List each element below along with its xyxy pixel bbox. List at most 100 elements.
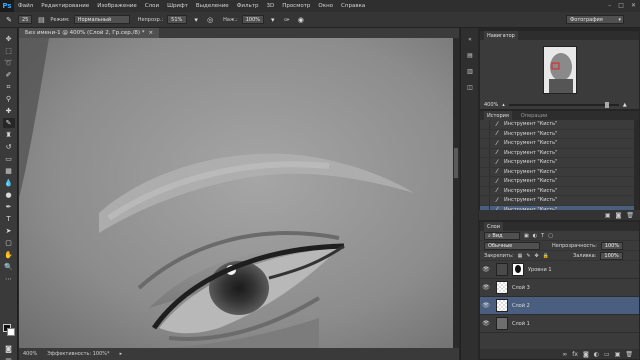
dodge-tool-icon[interactable]: ● [3, 190, 15, 200]
filter-shape-icon[interactable]: ▢ [548, 233, 553, 239]
background-color-swatch[interactable] [7, 328, 15, 336]
layer-name[interactable]: Уровни 1 [528, 267, 552, 273]
group-folder-icon[interactable]: ▭ [604, 351, 610, 358]
pressure-opacity-icon[interactable]: ◎ [205, 15, 215, 25]
navigator-zoom-slider[interactable] [508, 101, 619, 108]
airbrush-icon[interactable]: ✑ [282, 15, 292, 25]
zoom-readout[interactable]: 400% [23, 351, 37, 357]
menu-layers[interactable]: Слои [141, 3, 163, 9]
history-item[interactable]: ⁄ Инструмент "Кисть" [480, 176, 639, 187]
history-tab[interactable]: История [484, 111, 512, 120]
lock-paint-icon[interactable]: ✎ [526, 253, 530, 259]
history-item[interactable]: ⁄ Инструмент "Кисть" [480, 129, 639, 139]
minimize-icon[interactable]: – [608, 2, 611, 9]
menu-help[interactable]: Справка [337, 3, 369, 9]
layer-opacity-input[interactable]: 100% [600, 241, 624, 250]
path-select-tool-icon[interactable]: ➤ [3, 226, 15, 236]
lasso-tool-icon[interactable]: ➰ [3, 58, 15, 68]
maximize-icon[interactable]: □ [618, 2, 624, 9]
add-mask-icon[interactable]: ◙ [583, 351, 589, 358]
layers-tab[interactable]: Слои [484, 222, 503, 231]
menu-image[interactable]: Изображение [93, 3, 141, 9]
history-brush-tool-icon[interactable]: ↺ [3, 142, 15, 152]
pressure-size-icon[interactable]: ◉ [296, 15, 306, 25]
history-item[interactable]: ⁄ Инструмент "Кисть" [480, 167, 639, 177]
lock-all-icon[interactable]: 🔒 [543, 253, 549, 259]
history-item[interactable]: ⁄ Инструмент "Кисть" [480, 186, 639, 196]
clone-source-icon[interactable]: ◫ [465, 84, 475, 92]
fx-icon[interactable]: fx [572, 351, 578, 358]
brush-settings-icon[interactable]: ▤ [465, 52, 475, 60]
type-tool-icon[interactable]: T [3, 214, 15, 224]
menu-window[interactable]: Окно [314, 3, 337, 9]
layer-mask-thumbnail[interactable] [512, 263, 524, 276]
close-icon[interactable]: ✕ [631, 2, 636, 9]
filter-type-icon[interactable]: T [541, 233, 544, 239]
opacity-input[interactable]: 51% [167, 15, 188, 24]
brush-size-box[interactable]: 25 [18, 15, 33, 24]
mode-select[interactable]: Нормальный [73, 15, 130, 24]
brush-presets-icon[interactable]: ▥ [465, 68, 475, 76]
menu-filter[interactable]: Фильтр [233, 3, 263, 9]
history-item[interactable]: ⁄ Инструмент "Кисть" [480, 148, 639, 158]
panel-collapse-icon[interactable]: « [465, 36, 475, 44]
layer-row[interactable]: 👁 Слой 1 [480, 315, 639, 333]
scrollbar-thumb[interactable] [454, 148, 458, 178]
layer-row-selected[interactable]: 👁 Слой 2 [480, 297, 639, 315]
crop-tool-icon[interactable]: ⌗ [3, 82, 15, 92]
chevron-down-icon[interactable]: ▾ [191, 15, 201, 25]
layer-name[interactable]: Слой 3 [512, 285, 530, 291]
history-item[interactable]: ⁄ Инструмент "Кисть" [480, 157, 639, 168]
eye-icon[interactable]: 👁 [480, 266, 492, 273]
layer-name[interactable]: Слой 2 [512, 303, 530, 309]
eye-icon[interactable]: 👁 [480, 284, 492, 291]
menu-type[interactable]: Шрифт [163, 3, 192, 9]
flow-input[interactable]: 100% [241, 15, 264, 24]
zoom-tool-icon[interactable]: 🔍 [3, 262, 15, 272]
menu-select[interactable]: Выделение [192, 3, 233, 9]
lock-pixels-icon[interactable]: ▦ [518, 253, 523, 259]
history-item[interactable]: ⁄ Инструмент "Кисть" [480, 119, 639, 130]
eye-icon[interactable]: 👁 [480, 302, 492, 309]
layer-name[interactable]: Слой 1 [512, 321, 530, 327]
stamp-tool-icon[interactable]: ♜ [3, 130, 15, 140]
layer-filter-select[interactable]: ⌕ Вид [484, 231, 520, 240]
pen-tool-icon[interactable]: ✒ [3, 202, 15, 212]
quick-mask-icon[interactable]: ◙ [3, 344, 15, 354]
menu-3d[interactable]: 3D [262, 3, 278, 9]
screen-mode-icon[interactable]: ▣ [3, 356, 15, 360]
eraser-tool-icon[interactable]: ▭ [3, 154, 15, 164]
link-layers-icon[interactable]: ∞ [562, 351, 567, 358]
menu-file[interactable]: Файл [14, 3, 37, 9]
fill-input[interactable]: 100% [600, 251, 623, 260]
menu-view[interactable]: Просмотр [278, 3, 314, 9]
zoom-out-icon[interactable]: ▴ [502, 102, 505, 108]
eye-icon[interactable]: 👁 [480, 320, 492, 327]
snapshot-icon[interactable]: ◙ [616, 212, 622, 219]
marquee-tool-icon[interactable]: ⬚ [3, 46, 15, 56]
filter-pixel-icon[interactable]: ▣ [524, 233, 529, 239]
healing-tool-icon[interactable]: ✚ [3, 106, 15, 116]
lock-move-icon[interactable]: ✥ [535, 253, 539, 259]
gradient-tool-icon[interactable]: ▦ [3, 166, 15, 176]
history-item[interactable]: ⁄ Инструмент "Кисть" [480, 138, 639, 149]
hand-tool-icon[interactable]: ✋ [3, 250, 15, 260]
history-item[interactable]: ⁄ Инструмент "Кисть" [480, 195, 639, 206]
trash-icon[interactable]: 🗑 [625, 351, 633, 358]
close-tab-icon[interactable]: × [148, 30, 153, 36]
navigator-tab[interactable]: Навигатор [484, 31, 518, 40]
canvas-scrollbar[interactable] [453, 38, 459, 348]
brush-preset-icon[interactable]: ✎ [4, 15, 14, 25]
new-layer-icon[interactable]: ▣ [615, 351, 621, 358]
quick-select-tool-icon[interactable]: ✐ [3, 70, 15, 80]
trash-icon[interactable]: 🗑 [626, 212, 634, 219]
filter-adjust-icon[interactable]: ◐ [533, 233, 537, 239]
blend-mode-select[interactable]: Обычные [484, 241, 540, 250]
new-document-icon[interactable]: ▣ [605, 212, 611, 219]
brush-panel-icon[interactable]: ▤ [36, 15, 46, 25]
layer-row[interactable]: 👁 Уровни 1 [480, 261, 639, 279]
navigator-preview[interactable] [480, 40, 639, 100]
blur-tool-icon[interactable]: 💧 [3, 178, 15, 188]
move-tool-icon[interactable]: ✥ [3, 34, 15, 44]
navigator-zoom[interactable]: 400% [484, 102, 498, 108]
